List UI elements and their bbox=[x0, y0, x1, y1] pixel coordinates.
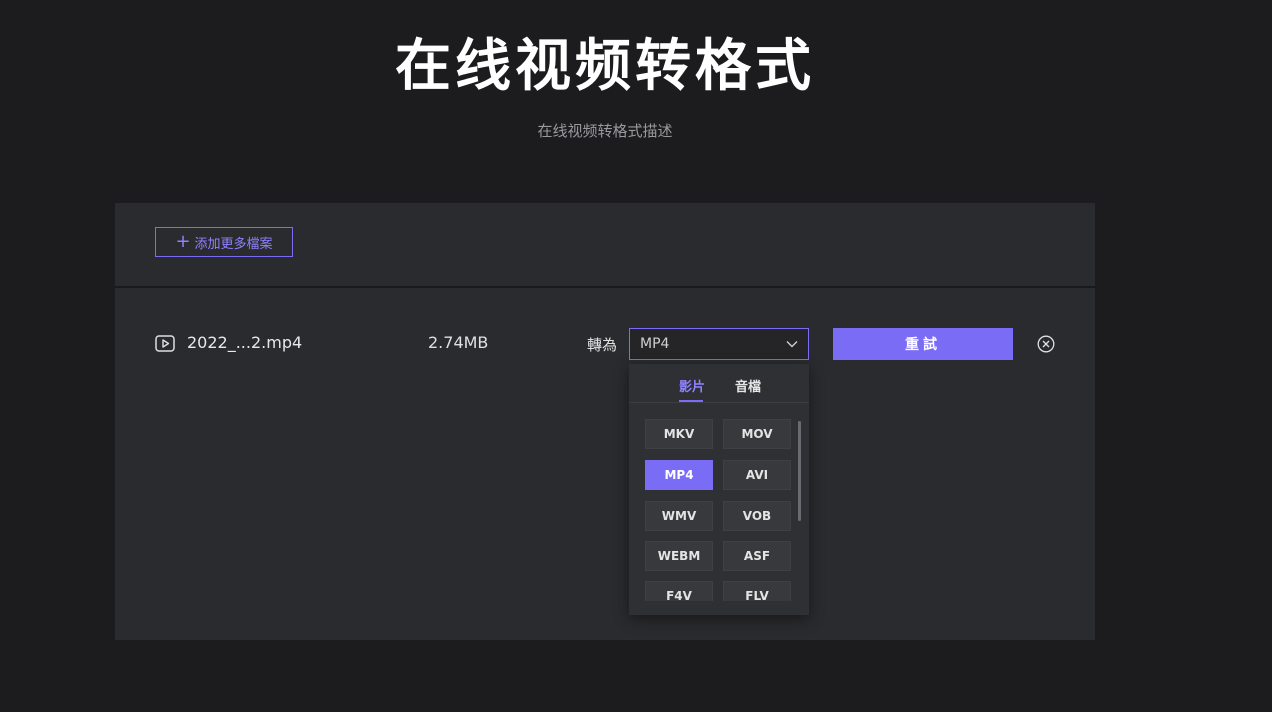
file-size: 2.74MB bbox=[428, 333, 489, 352]
tab-video[interactable]: 影片 bbox=[679, 376, 705, 395]
retry-button[interactable]: 重試 bbox=[833, 328, 1013, 360]
format-option-webm[interactable]: WEBM bbox=[645, 541, 713, 571]
page-subtitle: 在线视频转格式描述 bbox=[537, 122, 673, 140]
format-option-asf[interactable]: ASF bbox=[723, 541, 791, 571]
format-option-flv[interactable]: FLV bbox=[723, 581, 791, 601]
format-grid: MKV MOV MP4 AVI WMV VOB WEBM ASF F4V FLV bbox=[629, 403, 809, 601]
format-option-mov[interactable]: MOV bbox=[723, 419, 791, 449]
format-option-mkv[interactable]: MKV bbox=[645, 419, 713, 449]
file-name: 2022_...2.mp4 bbox=[187, 333, 303, 352]
format-option-mp4[interactable]: MP4 bbox=[645, 460, 713, 490]
format-select[interactable]: MP4 bbox=[629, 328, 809, 360]
format-option-avi[interactable]: AVI bbox=[723, 460, 791, 490]
dropdown-scrollbar[interactable] bbox=[798, 421, 801, 521]
active-tab-indicator bbox=[679, 400, 703, 402]
convert-to-label: 轉為 bbox=[587, 336, 618, 354]
format-option-vob[interactable]: VOB bbox=[723, 501, 791, 531]
format-tabs: 影片 音檔 bbox=[629, 364, 809, 403]
close-circle-icon[interactable] bbox=[1037, 335, 1055, 353]
plus-icon: + bbox=[175, 231, 191, 252]
format-dropdown: 影片 音檔 MKV MOV MP4 AVI WMV VOB WEBM ASF F… bbox=[629, 364, 809, 615]
add-more-files-label: 添加更多檔案 bbox=[194, 236, 273, 252]
format-option-f4v[interactable]: F4V bbox=[645, 581, 713, 601]
selected-format: MP4 bbox=[640, 336, 670, 352]
play-icon bbox=[155, 335, 175, 352]
tab-audio[interactable]: 音檔 bbox=[735, 376, 761, 395]
add-more-files-button[interactable]: + 添加更多檔案 bbox=[155, 227, 293, 257]
format-option-wmv[interactable]: WMV bbox=[645, 501, 713, 531]
page-title: 在线视频转格式 bbox=[395, 34, 815, 99]
chevron-down-icon bbox=[786, 341, 798, 348]
